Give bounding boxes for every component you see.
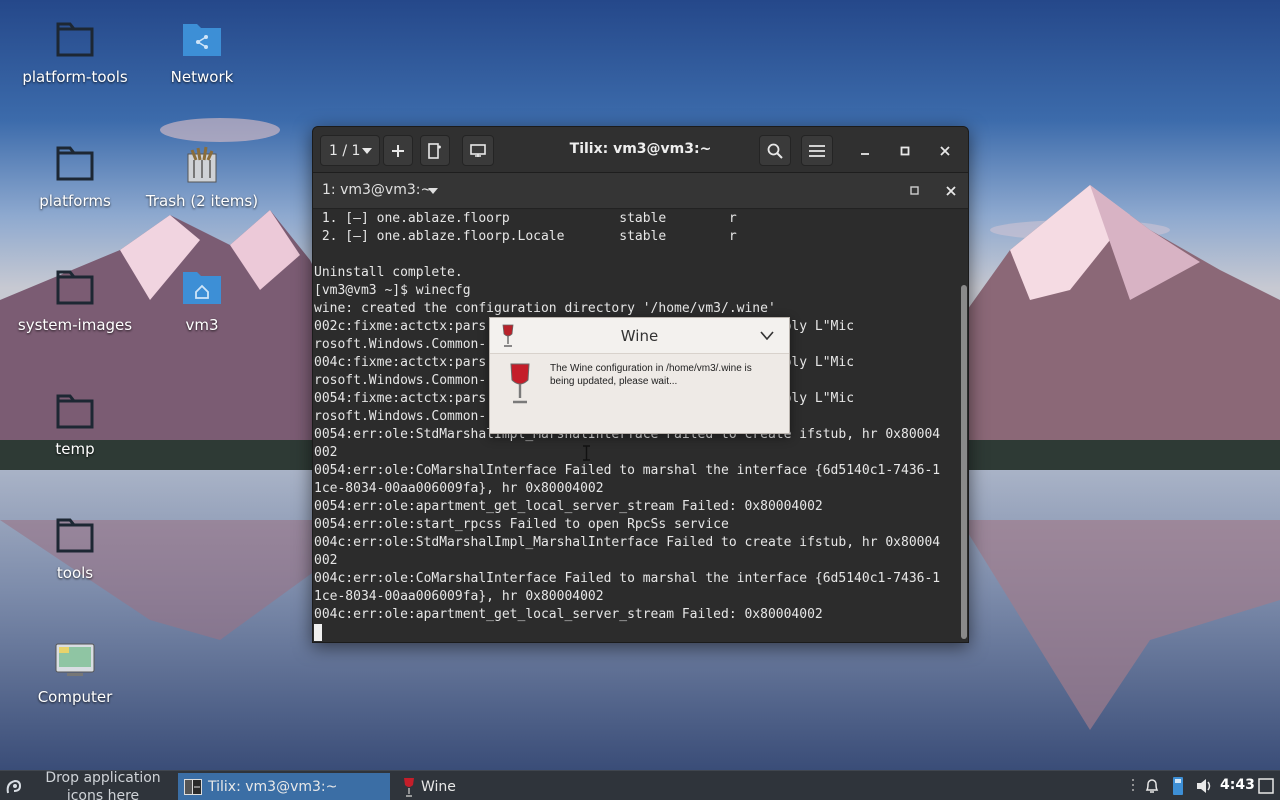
chevron-down-icon[interactable]	[760, 331, 774, 340]
desktop-icon-platform-tools[interactable]: platform-tools	[10, 18, 140, 86]
terminal-line: 002	[314, 553, 338, 568]
split-right-icon	[428, 142, 441, 159]
terminal-line: 004c:err:ole:apartment_get_local_server_…	[314, 607, 823, 622]
desktop-icon-computer[interactable]: Computer	[10, 638, 140, 706]
chevron-down-icon	[362, 147, 372, 154]
wine-dialog-header[interactable]: Wine	[490, 318, 789, 354]
menu-logo-icon	[6, 779, 22, 793]
desktop-icon-label: Trash (2 items)	[145, 192, 259, 210]
volume-icon[interactable]	[1195, 777, 1213, 795]
terminal-line: 004c:err:ole:CoMarshalInterface Failed t…	[314, 571, 941, 586]
text-cursor-icon	[583, 445, 590, 461]
tray-separator-icon	[1132, 779, 1134, 791]
add-session-button[interactable]	[383, 135, 413, 166]
desktop-icon-tools[interactable]: tools	[10, 514, 140, 582]
terminal-line: 0054:err:ole:CoMarshalInterface Failed t…	[314, 463, 941, 478]
folder-icon	[56, 394, 94, 429]
terminal-line: 0054:err:ole:apartment_get_local_server_…	[314, 499, 823, 514]
chevron-down-icon[interactable]	[427, 187, 439, 195]
desktop-icon-label: temp	[55, 440, 95, 458]
terminal-scrollbar[interactable]	[958, 210, 968, 642]
computer-icon	[55, 643, 95, 676]
window-titlebar[interactable]: 1 / 1 Tilix: vm3@vm3:~	[313, 127, 968, 173]
task-wine[interactable]: Wine	[397, 773, 517, 800]
scrollbar-thumb[interactable]	[961, 285, 967, 639]
window-title: Tilix: vm3@vm3:~	[569, 141, 712, 157]
folder-icon	[56, 518, 94, 553]
launcher-drop-hint: Drop application icons here	[45, 770, 161, 800]
close-icon	[940, 145, 950, 156]
desktop-icon-platforms[interactable]: platforms	[10, 142, 140, 210]
folder-icon	[56, 22, 94, 57]
session-switcher-button[interactable]: 1 / 1	[320, 135, 380, 166]
network-folder-icon	[183, 24, 221, 56]
terminal-line: 002	[314, 445, 338, 460]
show-desktop-icon[interactable]	[1258, 778, 1274, 794]
task-tilix[interactable]: Tilix: vm3@vm3:~	[178, 773, 390, 800]
wine-dialog-message: The Wine configuration in /home/vm3/.win…	[550, 363, 752, 387]
home-folder-icon	[183, 272, 221, 304]
terminal-line: Uninstall complete.	[314, 265, 463, 280]
session-counter: 1 / 1	[329, 142, 361, 159]
desktop-icon-label: vm3	[185, 316, 219, 334]
desktop-icon-label: Computer	[37, 688, 113, 706]
terminal-line: 004c:err:ole:StdMarshalImpl_MarshalInter…	[314, 535, 941, 550]
terminal-line: 1ce-8034-00aa006009fa}, hr 0x80004002	[314, 589, 604, 604]
desktop-icon-trash[interactable]: Trash (2 items)	[137, 142, 267, 210]
close-terminal-icon[interactable]	[946, 186, 956, 196]
maximize-terminal-icon[interactable]	[910, 186, 919, 195]
desktop-icon-label: platform-tools	[22, 68, 128, 86]
desktop-icon-network[interactable]: Network	[137, 18, 267, 86]
find-button[interactable]	[759, 135, 791, 166]
terminal-cursor	[314, 624, 322, 641]
split-down-icon	[470, 143, 486, 157]
hamburger-menu-icon	[809, 144, 825, 157]
task-label: Tilix: vm3@vm3:~	[208, 778, 338, 795]
desktop-icon-label: Network	[170, 68, 234, 86]
terminal-line: 0054:err:ole:start_rpcss Failed to open …	[314, 517, 729, 532]
maximize-button[interactable]	[890, 135, 920, 166]
menu-button[interactable]	[801, 135, 833, 166]
desktop-icon-label: tools	[56, 564, 94, 582]
trash-full-icon	[187, 146, 217, 183]
maximize-icon	[900, 146, 910, 155]
add-terminal-right-button[interactable]	[420, 135, 450, 166]
wine-dialog-title: Wine	[620, 327, 659, 345]
desktop-icon-system-images[interactable]: system-images	[10, 266, 140, 334]
wine-dialog[interactable]: Wine The Wine configuration in /home/vm3…	[489, 317, 790, 434]
minimize-icon	[861, 152, 869, 155]
terminal-line: [vm3@vm3 ~]$ winecfg	[314, 283, 471, 298]
desktop-icon-temp[interactable]: temp	[10, 390, 140, 458]
folder-icon	[56, 146, 94, 181]
search-icon	[767, 143, 783, 159]
terminal-app-icon	[184, 778, 202, 795]
terminal-prompt-line	[314, 624, 958, 642]
folder-icon	[56, 270, 94, 305]
notification-bell-icon[interactable]	[1144, 777, 1160, 795]
task-label: Wine	[421, 778, 456, 795]
desktop-icon-label: platforms	[39, 192, 111, 210]
app-menu-button[interactable]	[0, 773, 28, 800]
plus-icon	[392, 144, 404, 157]
terminal-line: 2. [–] one.ablaze.floorp.Locale stable r	[314, 229, 737, 244]
terminal-line: 1. [–] one.ablaze.floorp stable r	[314, 211, 737, 226]
close-button[interactable]	[930, 135, 960, 166]
taskbar[interactable]: Drop application icons here Tilix: vm3@v…	[0, 770, 1280, 800]
clock[interactable]: 4:43	[1220, 777, 1255, 793]
desktop-icon-label: system-images	[17, 316, 133, 334]
wine-glass-icon	[510, 363, 530, 404]
desktop-icon-vm3[interactable]: vm3	[137, 266, 267, 334]
terminal-line: 1ce-8034-00aa006009fa}, hr 0x80004002	[314, 481, 604, 496]
minimize-button[interactable]	[850, 135, 880, 166]
add-terminal-down-button[interactable]	[462, 135, 494, 166]
usb-drive-icon[interactable]	[1171, 776, 1185, 796]
wine-glass-icon	[404, 777, 414, 797]
terminal-line: wine: created the configuration director…	[314, 301, 776, 316]
terminal-session-title: 1: vm3@vm3:~	[322, 182, 433, 198]
terminal-session-bar[interactable]: 1: vm3@vm3:~	[313, 173, 968, 209]
